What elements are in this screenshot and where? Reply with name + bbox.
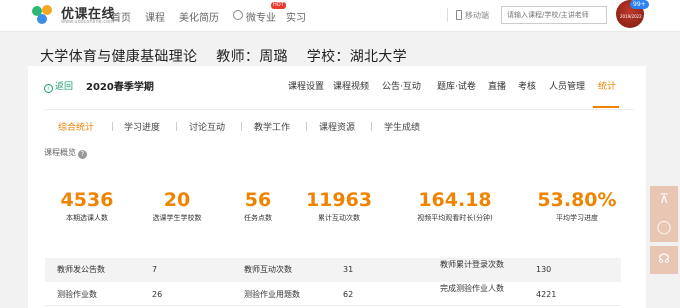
back-to-top-icon: ⊼ xyxy=(659,192,669,207)
back-to-top-button[interactable]: ⊼ xyxy=(650,186,678,214)
stat-label: 累计互动次数 xyxy=(318,214,360,222)
stat-value: 4536 xyxy=(60,189,114,211)
stat-label: 任务点数 xyxy=(244,214,272,222)
stat-schools: 20 选课学生学校数 xyxy=(132,189,222,223)
tab-divider xyxy=(44,109,634,110)
back-arrow-icon: ‹ xyxy=(44,84,53,93)
avatar-text: 2019/2022 xyxy=(620,14,642,19)
customer-service-icon: ☊ xyxy=(658,252,670,267)
logo-icon[interactable] xyxy=(30,4,56,26)
table-cell-value: 62 xyxy=(343,290,354,299)
phone-icon xyxy=(456,10,462,20)
customer-service-button[interactable]: ☊ xyxy=(650,246,678,274)
table-cell-label: 测验作业数 xyxy=(57,290,97,299)
table-cell-label: 教师发公告数 xyxy=(57,265,105,274)
subtab-grades[interactable]: 学生成绩 xyxy=(384,120,420,133)
overview-heading: 课程概览? xyxy=(44,147,87,159)
table-cell-label: 测验作业用题数 xyxy=(244,290,300,299)
subtab-separator xyxy=(112,122,113,131)
semester-title: 2020春季学期 xyxy=(86,82,154,93)
stat-value: 56 xyxy=(244,189,272,211)
table-cell-value: 7 xyxy=(152,265,158,274)
stat-label: 本期选课人数 xyxy=(66,214,108,222)
stat-enrolled: 4536 本期选课人数 xyxy=(42,189,132,223)
table-cell-label: 完成测验作业人数 xyxy=(440,284,504,293)
subtab-separator xyxy=(371,122,372,131)
hot-badge: HOT xyxy=(271,2,286,9)
stat-value: 53.80% xyxy=(537,189,617,211)
table-cell-value: 31 xyxy=(343,265,354,274)
table-cell-label: 教师累计登录次数 xyxy=(440,260,504,269)
subtab-progress[interactable]: 学习进度 xyxy=(124,120,160,133)
subtab-overall[interactable]: 综合统计 xyxy=(58,120,94,133)
stat-value: 20 xyxy=(163,189,191,211)
subtab-teaching[interactable]: 教学工作 xyxy=(254,120,290,133)
logo-subtext: www.uooconline.com xyxy=(61,19,114,25)
stat-label: 平均学习进度 xyxy=(556,214,598,222)
feedback-icon: ◯ xyxy=(656,220,672,235)
top-navbar: 优课在线 www.uooconline.com 首页 课程 美化简历 微专业 H… xyxy=(0,0,680,32)
subtab-separator xyxy=(306,122,307,131)
active-tab-indicator xyxy=(593,106,619,108)
help-icon[interactable]: ? xyxy=(78,150,87,159)
stat-watch-time: 164.18 视频平均观看时长(分钟) xyxy=(390,189,520,223)
tab-notices[interactable]: 公告·互动 xyxy=(382,79,421,92)
tab-course-settings[interactable]: 课程设置 xyxy=(288,79,324,92)
subtab-separator xyxy=(241,122,242,131)
nav-divider xyxy=(447,8,448,22)
stat-label: 视频平均观看时长(分钟) xyxy=(417,214,493,222)
nav-courses[interactable]: 课程 xyxy=(145,9,165,24)
back-button[interactable]: ‹ 返回 xyxy=(44,79,73,93)
stat-interactions: 11963 累计互动次数 xyxy=(294,189,384,223)
wechat-icon xyxy=(233,10,243,20)
table-cell-label: 教师互动次数 xyxy=(244,265,292,274)
mobile-link[interactable]: 移动端 xyxy=(465,10,489,21)
stat-value: 11963 xyxy=(305,189,373,211)
stat-label: 选课学生学校数 xyxy=(152,214,202,222)
tab-course-videos[interactable]: 课程视频 xyxy=(333,79,369,92)
search-input[interactable] xyxy=(501,6,607,24)
table-cell-value: 26 xyxy=(152,290,163,299)
nav-resume[interactable]: 美化简历 xyxy=(179,9,219,24)
tab-question-bank[interactable]: 题库·试卷 xyxy=(437,79,476,92)
message-count-badge[interactable]: 99+ xyxy=(630,0,649,9)
stat-value: 164.18 xyxy=(418,189,492,211)
tab-assessment[interactable]: 考核 xyxy=(518,79,536,92)
table-cell-value: 4221 xyxy=(536,290,557,299)
feedback-button[interactable]: ◯ xyxy=(650,214,678,242)
tab-live[interactable]: 直播 xyxy=(488,79,506,92)
stat-task-points: 56 任务点数 xyxy=(222,189,294,223)
nav-home[interactable]: 首页 xyxy=(111,9,131,24)
table-row: 测验作业数 26 测验作业用题数 62 完成测验作业人数 4221 xyxy=(45,282,621,306)
table-cell-value: 130 xyxy=(536,265,552,274)
subtab-discussion[interactable]: 讨论互动 xyxy=(189,120,225,133)
back-label: 返回 xyxy=(55,82,74,92)
subtab-separator xyxy=(176,122,177,131)
nav-micro-major[interactable]: 微专业 xyxy=(246,9,276,24)
tab-members[interactable]: 人员管理 xyxy=(549,79,585,92)
overview-label: 课程概览 xyxy=(44,148,76,157)
stat-progress: 53.80% 平均学习进度 xyxy=(524,189,630,223)
course-title: 大学体育与健康基础理论 教师：周璐 学校：湖北大学 xyxy=(40,49,407,65)
subtab-resources[interactable]: 课程资源 xyxy=(319,120,355,133)
table-row: 教师发公告数 7 教师互动次数 31 教师累计登录次数 130 xyxy=(45,258,621,282)
nav-internship[interactable]: 实习 xyxy=(286,9,306,24)
tab-statistics[interactable]: 统计 xyxy=(598,79,616,92)
